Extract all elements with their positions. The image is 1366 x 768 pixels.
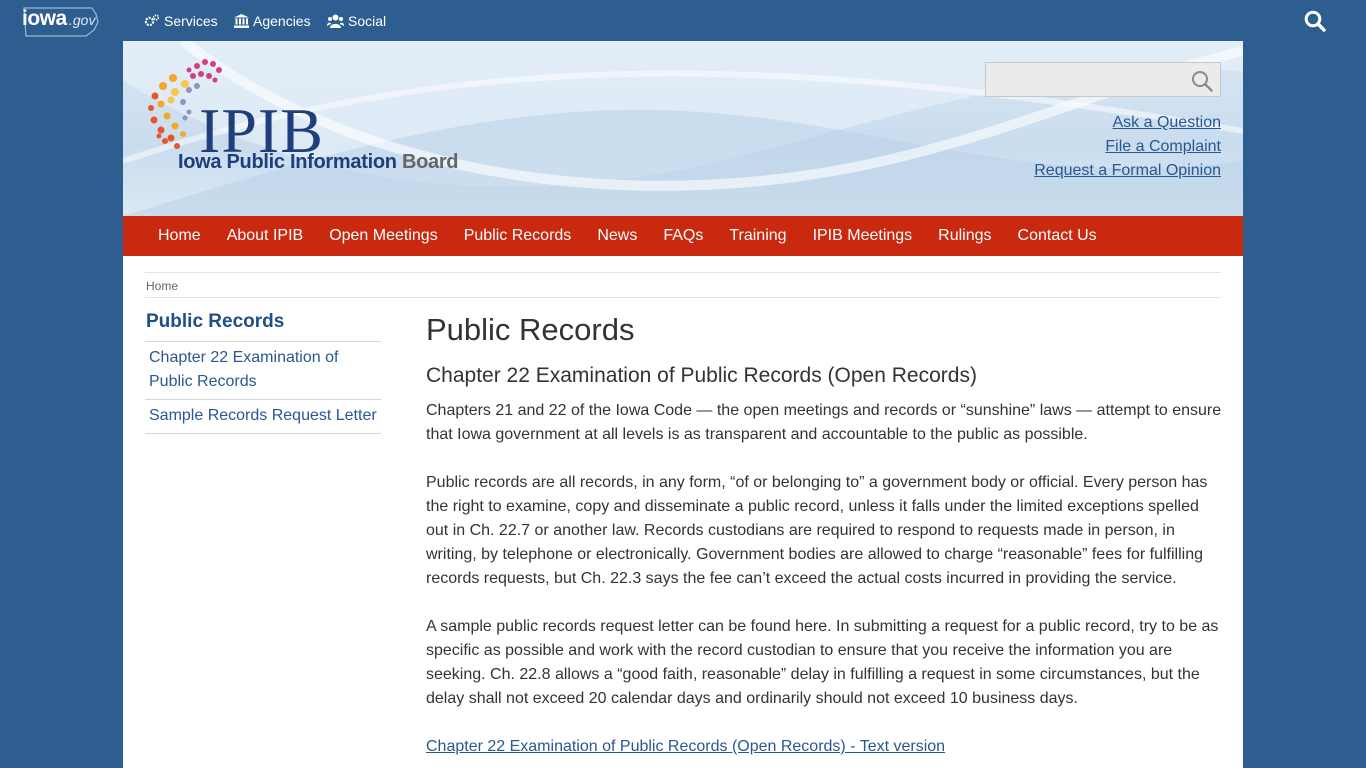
- request-formal-opinion-link[interactable]: Request a Formal Opinion: [1034, 162, 1221, 180]
- page-subtitle: Chapter 22 Examination of Public Records…: [426, 364, 977, 387]
- sidebar-item-chapter-22[interactable]: Chapter 22 Examination of Public Records: [145, 342, 381, 400]
- site-search-box: [985, 62, 1221, 97]
- nav-open-meetings[interactable]: Open Meetings: [316, 216, 451, 256]
- page-container: IPIB Iowa Public Information Board Ask a…: [123, 41, 1243, 768]
- agencies-link[interactable]: Agencies: [234, 13, 311, 29]
- ipib-logo[interactable]: IPIB Iowa Public Information Board: [145, 56, 465, 181]
- nav-ipib-meetings[interactable]: IPIB Meetings: [800, 216, 926, 256]
- logo-name-iowa: Iowa: [178, 151, 227, 173]
- nav-rulings[interactable]: Rulings: [925, 216, 1004, 256]
- iowa-logo-text: iowa: [22, 7, 67, 30]
- nav-contact-us[interactable]: Contact Us: [1005, 216, 1110, 256]
- file-a-complaint-link[interactable]: File a Complaint: [1105, 138, 1221, 156]
- users-icon: [327, 14, 344, 28]
- services-link[interactable]: Services: [144, 13, 218, 29]
- text-version-link[interactable]: Chapter 22 Examination of Public Records…: [426, 735, 1222, 759]
- paragraph-intro: Chapters 21 and 22 of the Iowa Code — th…: [426, 402, 1222, 443]
- nav-faqs[interactable]: FAQs: [650, 216, 716, 256]
- social-label: Social: [348, 13, 387, 29]
- building-icon: [234, 14, 249, 28]
- site-header-banner: IPIB Iowa Public Information Board Ask a…: [123, 41, 1243, 216]
- services-label: Services: [164, 13, 218, 29]
- nav-training[interactable]: Training: [716, 216, 799, 256]
- gov-logo-text: .gov: [69, 12, 96, 28]
- nav-news[interactable]: News: [584, 216, 650, 256]
- logo-name-public-information: Public Information: [226, 151, 397, 173]
- sidebar-item-sample-letter[interactable]: Sample Records Request Letter: [145, 400, 381, 434]
- breadcrumb: Home: [145, 272, 1221, 298]
- agencies-label: Agencies: [253, 13, 311, 29]
- main-navigation: Home About IPIB Open Meetings Public Rec…: [123, 216, 1243, 256]
- site-search-input[interactable]: [986, 63, 1186, 96]
- page-title: Public Records: [426, 312, 635, 347]
- paragraph-public-records: Public records are all records, in any f…: [426, 474, 1208, 587]
- nav-home[interactable]: Home: [145, 216, 214, 256]
- iowa-gov-logo[interactable]: iowa .gov: [22, 4, 100, 38]
- top-bar: iowa .gov Services Agencies Social: [0, 0, 1366, 41]
- nav-about-ipib[interactable]: About IPIB: [214, 216, 317, 256]
- gears-icon: [144, 14, 160, 27]
- breadcrumb-home[interactable]: Home: [146, 279, 178, 293]
- logo-name-board: Board: [396, 151, 459, 173]
- paragraph-sample-letter: A sample public records request letter c…: [426, 618, 1219, 707]
- ipib-full-name: Iowa Public Information Board: [178, 151, 459, 174]
- search-icon[interactable]: [1304, 10, 1326, 32]
- nav-public-records[interactable]: Public Records: [451, 216, 585, 256]
- search-icon[interactable]: [1191, 70, 1213, 92]
- social-link[interactable]: Social: [327, 13, 386, 29]
- main-content: Public Records Chapter 22 Examination of…: [426, 311, 1222, 759]
- ask-a-question-link[interactable]: Ask a Question: [1113, 114, 1222, 132]
- sidebar: Public Records Chapter 22 Examination of…: [145, 311, 381, 434]
- sidebar-title[interactable]: Public Records: [145, 311, 381, 342]
